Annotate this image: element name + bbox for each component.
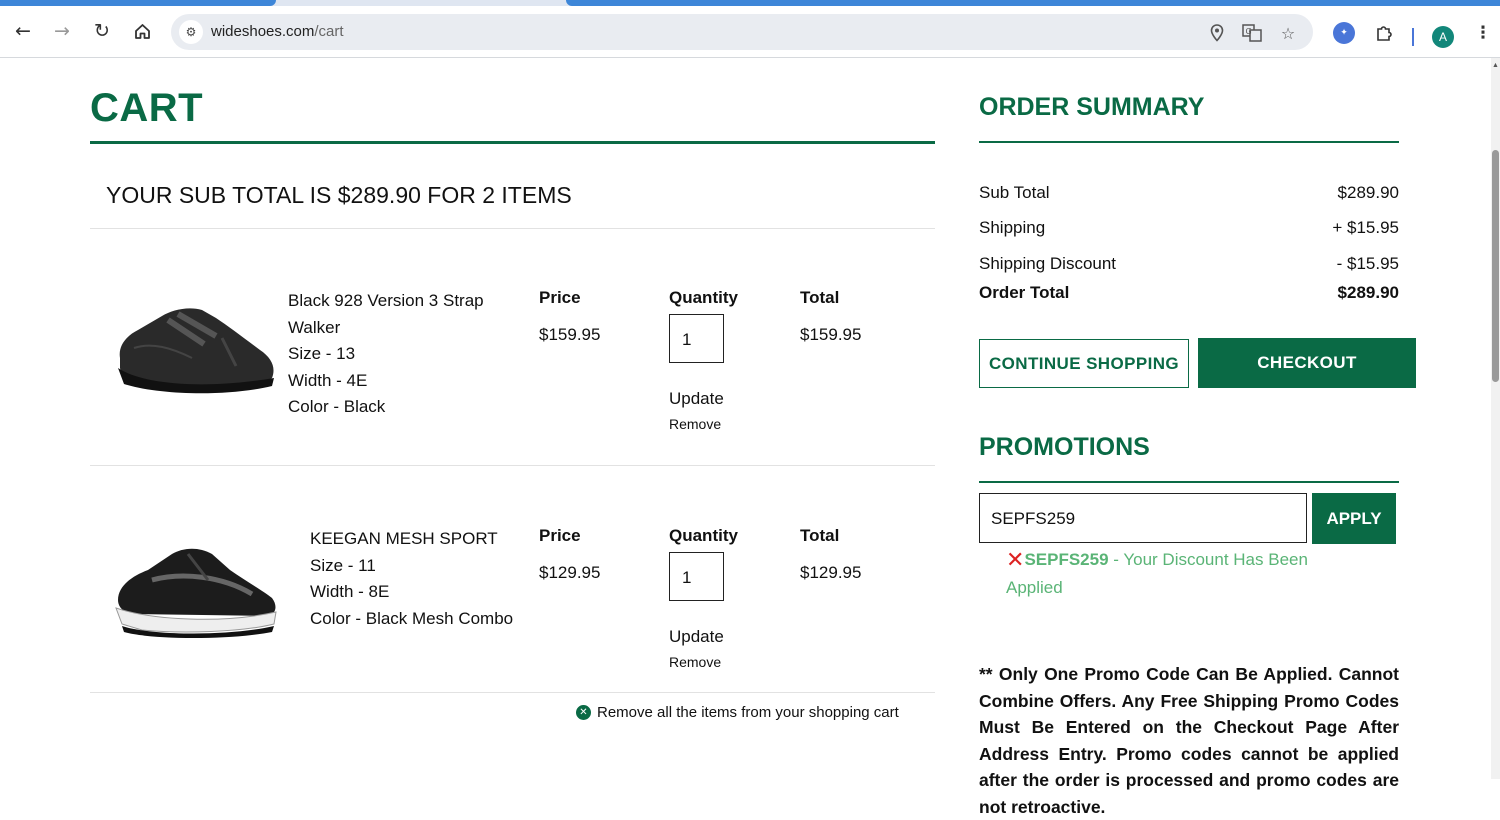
svg-text:G: G [1246,27,1252,36]
reload-icon[interactable]: ↻ [87,16,117,46]
divider [90,228,935,229]
checkout-button[interactable]: CHECKOUT [1198,338,1416,388]
item-details: KEEGAN MESH SPORT Size - 11 Width - 8E C… [310,526,513,632]
quantity-input[interactable]: 1 [669,314,724,363]
item-name-line1[interactable]: KEEGAN MESH SPORT [310,526,513,553]
summary-value: $289.90 [1337,283,1399,302]
summary-row-shipping-discount: Shipping Discount - $15.95 [979,254,1399,274]
remove-promo-icon[interactable]: ✕ [1006,548,1024,573]
summary-value: + $15.95 [1332,218,1399,237]
item-details: Black 928 Version 3 Strap Walker Size - … [288,288,484,421]
bookmark-star-icon[interactable]: ☆ [1277,22,1299,44]
quantity-label: Quantity [669,288,738,307]
item-width: Width - 8E [310,582,390,601]
apply-button[interactable]: APPLY [1312,493,1396,544]
promo-applied-message: ✕SEPFS259 - Your Discount Has Been Appli… [1006,546,1336,601]
puzzle-icon[interactable] [1373,22,1395,44]
summary-label: Shipping [979,218,1046,237]
summary-value: $289.90 [1337,183,1399,202]
address-bar[interactable]: ⚙ wideshoes.com/cart G ☆ [171,14,1313,50]
summary-row-shipping: Shipping + $15.95 [979,218,1399,238]
summary-row-subtotal: Sub Total $289.90 [979,183,1399,203]
order-summary-title: ORDER SUMMARY [979,93,1205,121]
url-text[interactable]: wideshoes.com/cart [211,23,344,40]
location-icon[interactable] [1206,22,1228,44]
promotions-title-rule [979,481,1399,483]
remove-link[interactable]: Remove [669,416,721,432]
toolbar-divider [1412,28,1414,46]
item-size: Size - 11 [310,555,376,575]
forward-arrow-icon[interactable]: → [47,16,77,46]
product-image-keegan[interactable] [112,540,278,645]
summary-label: Order Total [979,283,1070,302]
applied-code: SEPFS259 [1024,550,1109,569]
update-link[interactable]: Update [669,389,724,409]
remove-circle-icon: ✕ [576,705,591,720]
quantity-input[interactable]: 1 [669,552,724,601]
item-color: Color - Black Mesh Combo [310,608,514,628]
remove-all-label[interactable]: Remove all the items from your shopping … [597,704,899,721]
menu-kebab-icon[interactable]: ⋮ [1472,22,1494,44]
price-label: Price [539,526,581,545]
quantity-label: Quantity [669,526,738,545]
item-width: Width - 4E [288,370,368,390]
promotions-title: PROMOTIONS [979,433,1150,461]
cart-title-rule [90,141,935,144]
translate-icon[interactable]: G [1241,22,1263,44]
scrollbar-thumb[interactable] [1492,150,1499,382]
summary-value: - $15.95 [1336,254,1399,273]
item-color: Color - Black [288,397,386,416]
cart-title: CART [90,86,204,130]
item-price: $129.95 [539,563,601,582]
summary-label: Shipping Discount [979,254,1117,273]
summary-row-order-total: Order Total $289.90 [979,283,1399,303]
item-price: $159.95 [539,325,601,344]
scroll-up-arrow-icon[interactable]: ▲ [1492,62,1499,69]
update-link[interactable]: Update [669,627,724,647]
item-total: $159.95 [800,325,862,344]
back-arrow-icon[interactable]: ← [8,16,38,46]
promo-note: ** Only One Promo Code Can Be Applied. C… [979,664,1399,817]
total-label: Total [800,288,840,307]
price-label: Price [539,288,581,307]
summary-title-rule [979,141,1399,143]
item-name-line2[interactable]: Walker [288,315,484,342]
divider [90,465,935,466]
subtotal-heading: YOUR SUB TOTAL IS $289.90 FOR 2 ITEMS [106,182,572,208]
site-info-icon[interactable]: ⚙ [179,20,203,44]
summary-label: Sub Total [979,183,1050,202]
product-image-walker[interactable] [112,298,278,403]
extension-icon[interactable]: ✦ [1333,22,1355,44]
remove-link[interactable]: Remove [669,654,721,670]
home-icon[interactable] [127,16,157,46]
item-size: Size - 13 [288,344,356,363]
browser-toolbar: ← → ↻ ⚙ wideshoes.com/cart G ☆ ✦ A ⋮ [0,6,1500,58]
profile-avatar[interactable]: A [1432,26,1454,48]
total-label: Total [800,526,840,545]
promo-code-input[interactable]: SEPFS259 [979,493,1307,543]
page-scrollbar[interactable]: ▲ [1491,58,1500,779]
continue-shopping-button[interactable]: CONTINUE SHOPPING [979,339,1189,388]
divider [90,692,935,693]
remove-all-link[interactable]: ✕ Remove all the items from your shoppin… [576,704,899,721]
item-name-line1[interactable]: Black 928 Version 3 Strap [288,288,484,315]
item-total: $129.95 [800,563,862,582]
